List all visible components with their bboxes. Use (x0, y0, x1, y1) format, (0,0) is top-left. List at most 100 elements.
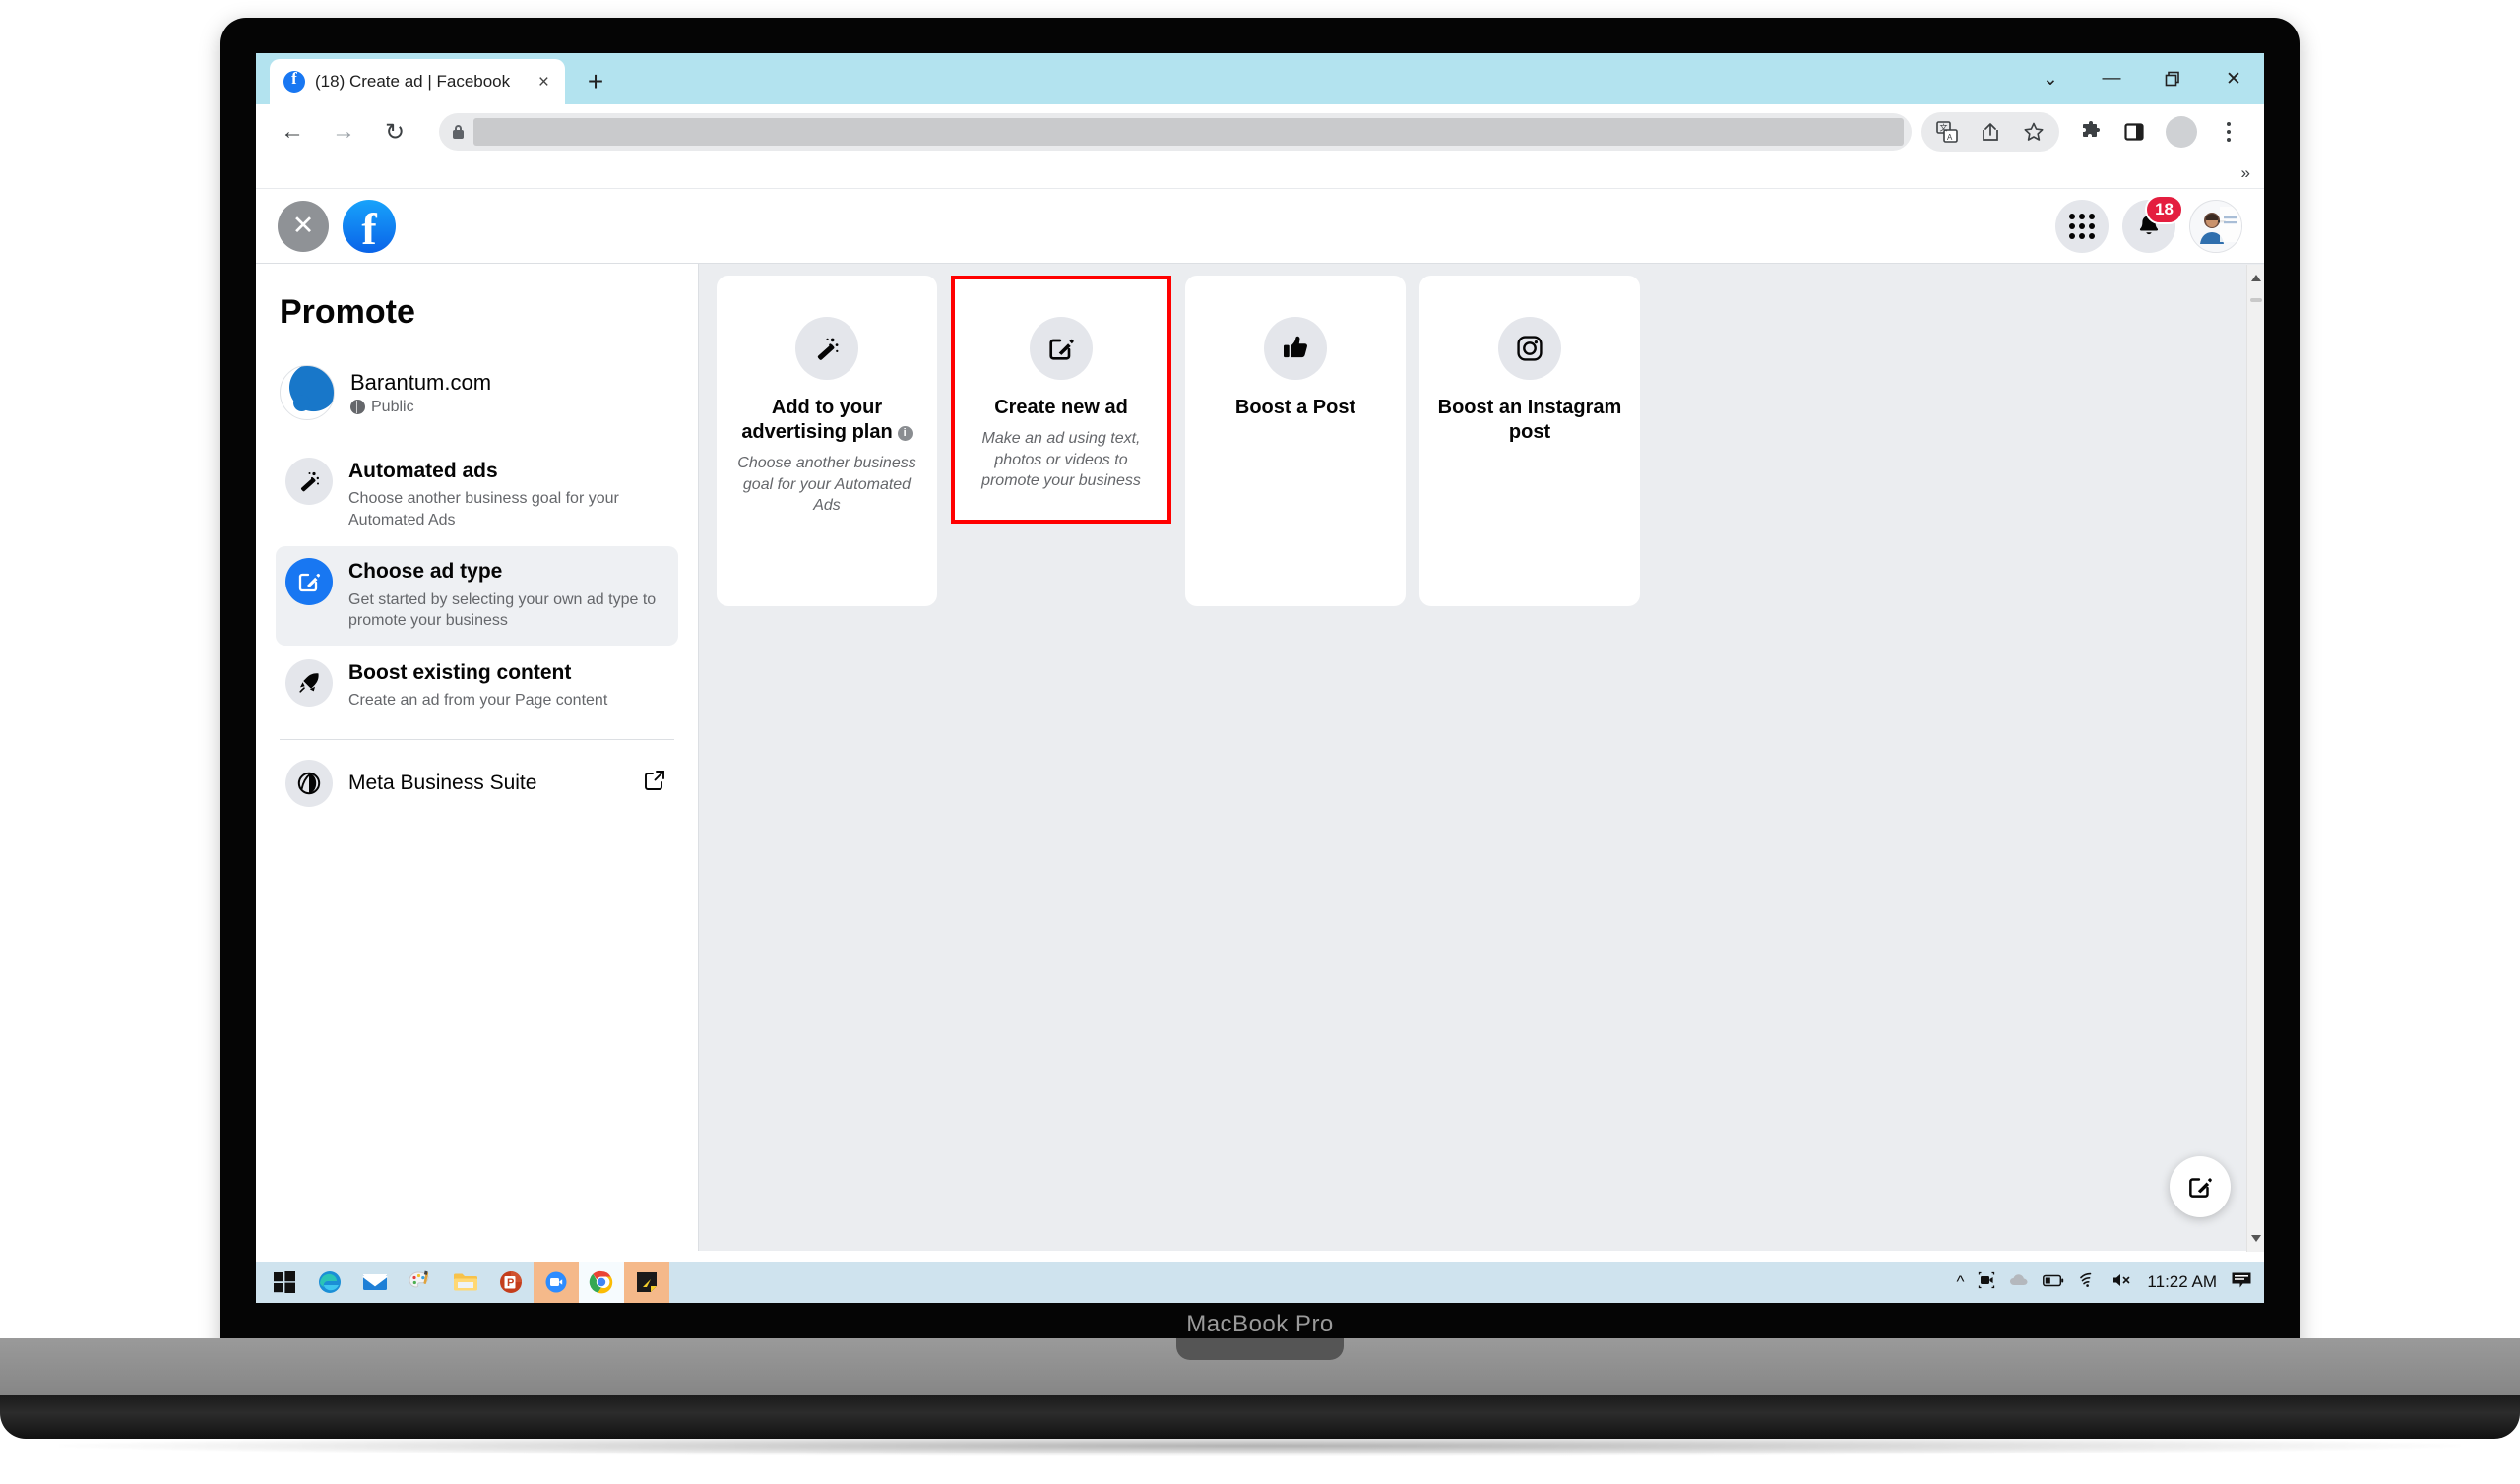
sidebar-item-meta-business-suite[interactable]: Meta Business Suite (276, 750, 678, 817)
compose-icon (2189, 1178, 2212, 1198)
card-title: Boost a Post (1234, 397, 1356, 418)
star-icon[interactable] (2012, 110, 2055, 154)
scroll-up-icon[interactable] (2251, 275, 2261, 281)
page-name: Barantum.com (350, 369, 492, 395)
compose-fab-button[interactable] (2170, 1156, 2231, 1217)
profile-avatar-icon[interactable] (2166, 116, 2197, 148)
sidebar-item-desc: Choose another business goal for your Au… (348, 490, 619, 528)
zoom-icon[interactable] (534, 1262, 579, 1303)
browser-tab[interactable]: (18) Create ad | Facebook × (270, 59, 565, 104)
side-panel-icon[interactable] (2112, 110, 2156, 154)
page-identity-row[interactable]: Barantum.com Public (280, 365, 678, 420)
laptop-frame: (18) Create ad | Facebook × + ⌄ — ✕ (220, 18, 2300, 1356)
battery-icon[interactable] (2043, 1272, 2064, 1292)
card-boost-a-post[interactable]: Boost a Post (1185, 276, 1406, 606)
browser-toolbar: ← → ↻ 文A (256, 104, 2264, 159)
share-icon[interactable] (1969, 110, 2012, 154)
magic-wand-icon (795, 317, 858, 380)
scroll-down-icon[interactable] (2251, 1235, 2261, 1242)
card-title-text: Add to your advertising plan (741, 397, 893, 443)
external-link-icon[interactable] (643, 769, 666, 797)
app-grid-button[interactable] (2055, 199, 2109, 253)
show-hidden-icons-chevron[interactable]: ^ (1956, 1272, 1964, 1292)
mail-icon[interactable] (352, 1262, 398, 1303)
paint-icon[interactable] (398, 1262, 443, 1303)
app-grid-icon (2069, 213, 2095, 239)
page-privacy: Public (350, 399, 491, 416)
translate-icon[interactable]: 文A (1925, 110, 1969, 154)
restore-icon (2165, 71, 2179, 86)
page-title: Promote (280, 293, 415, 331)
scrollbar-thumb[interactable] (2250, 298, 2262, 302)
powerpoint-icon[interactable]: P (488, 1262, 534, 1303)
close-window-button[interactable]: ✕ (2203, 53, 2264, 104)
laptop-shadow (59, 1435, 2461, 1456)
sidebar-divider (280, 738, 674, 740)
chrome-menu-icon[interactable] (2207, 110, 2250, 154)
edge-icon[interactable] (307, 1262, 352, 1303)
omnibox-action-pill: 文A (1922, 112, 2059, 152)
facebook-logo-icon[interactable] (343, 199, 396, 253)
sidebar-item-automated-ads[interactable]: Automated ads Choose another business go… (276, 446, 678, 544)
close-promote-button[interactable]: ✕ (278, 200, 329, 252)
address-bar[interactable] (439, 113, 1912, 151)
card-title: Boost an Instagram post (1437, 397, 1622, 443)
new-tab-button[interactable]: + (579, 65, 612, 98)
card-add-to-advertising-plan[interactable]: Add to your advertising plan i Choose ano… (717, 276, 937, 606)
back-button[interactable]: ← (270, 109, 315, 155)
device-label: MacBook Pro (1186, 1311, 1334, 1337)
sidebar-item-desc: Get started by selecting your own ad typ… (348, 590, 657, 630)
page-scrollbar[interactable] (2246, 265, 2264, 1252)
info-icon[interactable]: i (897, 426, 913, 442)
lock-icon (453, 125, 464, 139)
facebook-page: ✕ 18 (256, 189, 2264, 1252)
notifications-button[interactable]: 18 (2122, 194, 2183, 253)
avatar[interactable] (2189, 199, 2242, 253)
laptop-base-notch (1176, 1338, 1344, 1360)
card-boost-instagram-post[interactable]: Boost an Instagram post (1419, 276, 1640, 606)
card-title: Create new ad (994, 397, 1128, 418)
taskbar-clock[interactable]: 11:22 AM (2147, 1272, 2217, 1292)
notifications-badge: 18 (2145, 194, 2183, 224)
wifi-icon[interactable] (2078, 1272, 2098, 1293)
reload-button[interactable]: ↻ (372, 109, 417, 155)
address-bar-input[interactable] (473, 118, 1904, 146)
svg-text:A: A (1947, 133, 1953, 142)
sidebar-item-label: Choose ad type (348, 560, 503, 584)
sidebar-item-choose-ad-type[interactable]: Choose ad type Get started by selecting … (276, 546, 678, 646)
magic-wand-icon (285, 458, 333, 505)
card-desc: Make an ad using text, photos or videos … (981, 430, 1141, 490)
tab-close-icon[interactable]: × (533, 71, 555, 93)
restore-button[interactable] (2142, 53, 2203, 104)
header-right-actions: 18 (2055, 194, 2242, 253)
instagram-icon (1498, 317, 1561, 380)
bookmarks-overflow-icon[interactable]: » (2241, 163, 2250, 183)
facebook-favicon-icon (284, 69, 305, 93)
sidebar-item-desc: Create an ad from your Page content (348, 691, 608, 709)
notifications-icon[interactable] (2231, 1271, 2252, 1294)
volume-muted-icon[interactable] (2111, 1272, 2133, 1293)
minimize-to-tray-button[interactable]: ⌄ (2020, 53, 2081, 104)
onedrive-icon[interactable] (2009, 1272, 2029, 1292)
camera-icon[interactable] (1978, 1271, 1995, 1294)
file-explorer-icon[interactable] (443, 1262, 488, 1303)
system-tray: ^ 11:22 AM (1956, 1271, 2264, 1294)
window-controls: ⌄ — ✕ (2020, 53, 2264, 104)
windows-start-icon[interactable] (262, 1262, 307, 1303)
sidebar-item-label: Boost existing content (348, 660, 572, 684)
card-create-new-ad[interactable]: Create new ad Make an ad using text, pho… (951, 276, 1171, 524)
rocket-icon (285, 658, 333, 707)
card-title: Add to your advertising plan i (730, 396, 923, 445)
forward-button[interactable]: → (321, 109, 366, 155)
sticky-notes-icon[interactable] (624, 1262, 669, 1303)
pencil-square-icon (285, 558, 333, 606)
extensions-icon[interactable] (2069, 110, 2112, 154)
globe-icon (350, 400, 365, 414)
sidebar-item-boost-existing-content[interactable]: Boost existing content Create an ad from… (276, 648, 678, 725)
bookmarks-bar: » (256, 159, 2264, 189)
minimize-button[interactable]: — (2081, 53, 2142, 104)
windows-taskbar: P ^ 11:22 AM (256, 1262, 2264, 1303)
chrome-icon[interactable] (579, 1262, 624, 1303)
tab-title: (18) Create ad | Facebook (315, 72, 511, 91)
toolbar-icons: 文A (1922, 110, 2250, 154)
